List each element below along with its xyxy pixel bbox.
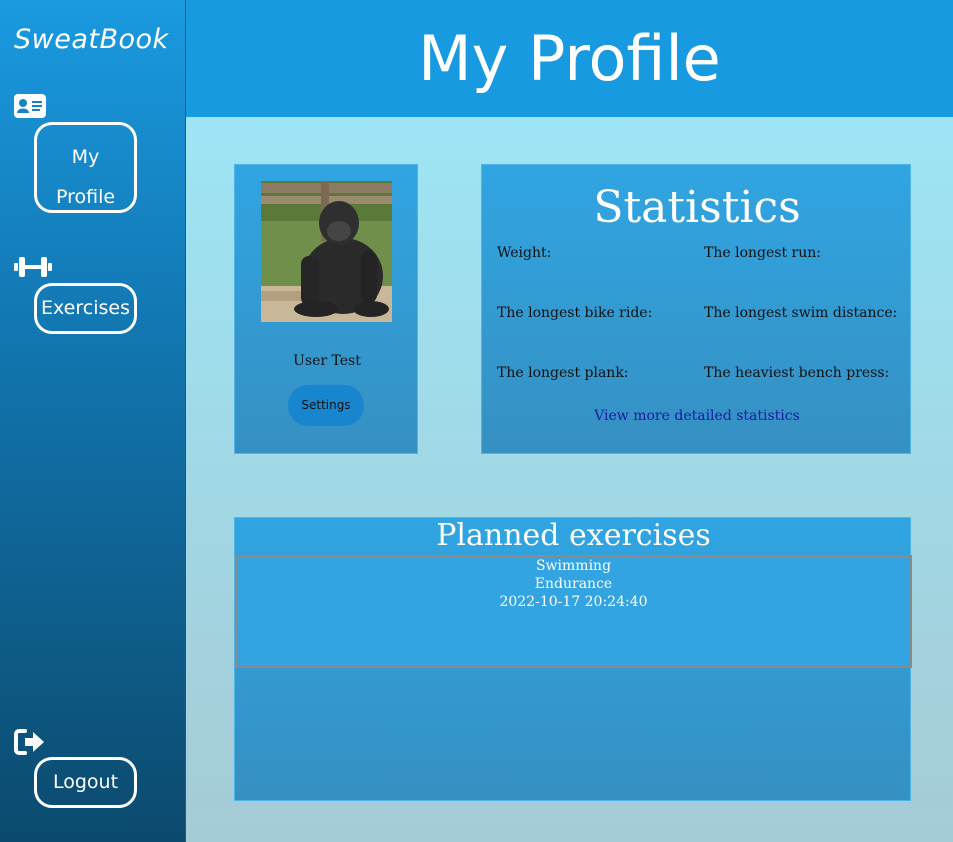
statistics-title: Statistics — [593, 182, 801, 233]
stat-heaviest-bench-label: The heaviest bench press: — [704, 365, 890, 381]
stat-longest-swim-label: The longest swim distance: — [704, 305, 898, 321]
statistics-card: Statistics Weight: The longest run: The … — [481, 164, 911, 454]
logout-button[interactable]: Logout — [34, 757, 137, 808]
exercise-type: Endurance — [534, 576, 613, 592]
detailed-statistics-link[interactable]: View more detailed statistics — [482, 408, 912, 424]
planned-exercises-card: Planned exercises Swimming Endurance 202… — [234, 517, 912, 801]
dumbbell-icon — [14, 257, 52, 277]
logout-icon — [14, 729, 44, 755]
nav-exercises-button[interactable]: Exercises — [34, 283, 137, 334]
planned-exercises-title: Planned exercises — [436, 518, 711, 553]
sidebar: SweatBook My Profile Exercises Logout — [0, 0, 186, 842]
list-item[interactable]: Swimming Endurance 2022-10-17 20:24:40 — [235, 555, 912, 668]
avatar — [261, 181, 392, 322]
stat-longest-plank-label: The longest plank: — [497, 365, 629, 381]
nav-my-profile-line2: Profile — [55, 186, 116, 208]
id-card-icon — [14, 94, 46, 118]
settings-button[interactable]: Settings — [288, 385, 364, 426]
user-name: User Test — [293, 353, 361, 369]
profile-card: User Test Settings — [234, 164, 418, 454]
nav-my-profile-line1: My — [71, 146, 100, 168]
brand-logo: SweatBook — [14, 24, 169, 55]
main-content: My Profile User Test Settings Statistics… — [186, 0, 953, 842]
stat-weight-label: Weight: — [497, 245, 552, 261]
exercise-datetime: 2022-10-17 20:24:40 — [499, 594, 648, 610]
page-title: My Profile — [186, 0, 953, 117]
stat-longest-bike-ride-label: The longest bike ride: — [497, 305, 653, 321]
nav-my-profile-button[interactable]: My Profile — [34, 122, 137, 213]
exercise-name: Swimming — [535, 558, 612, 574]
stat-longest-run-label: The longest run: — [704, 245, 821, 261]
avatar-image — [261, 181, 392, 322]
